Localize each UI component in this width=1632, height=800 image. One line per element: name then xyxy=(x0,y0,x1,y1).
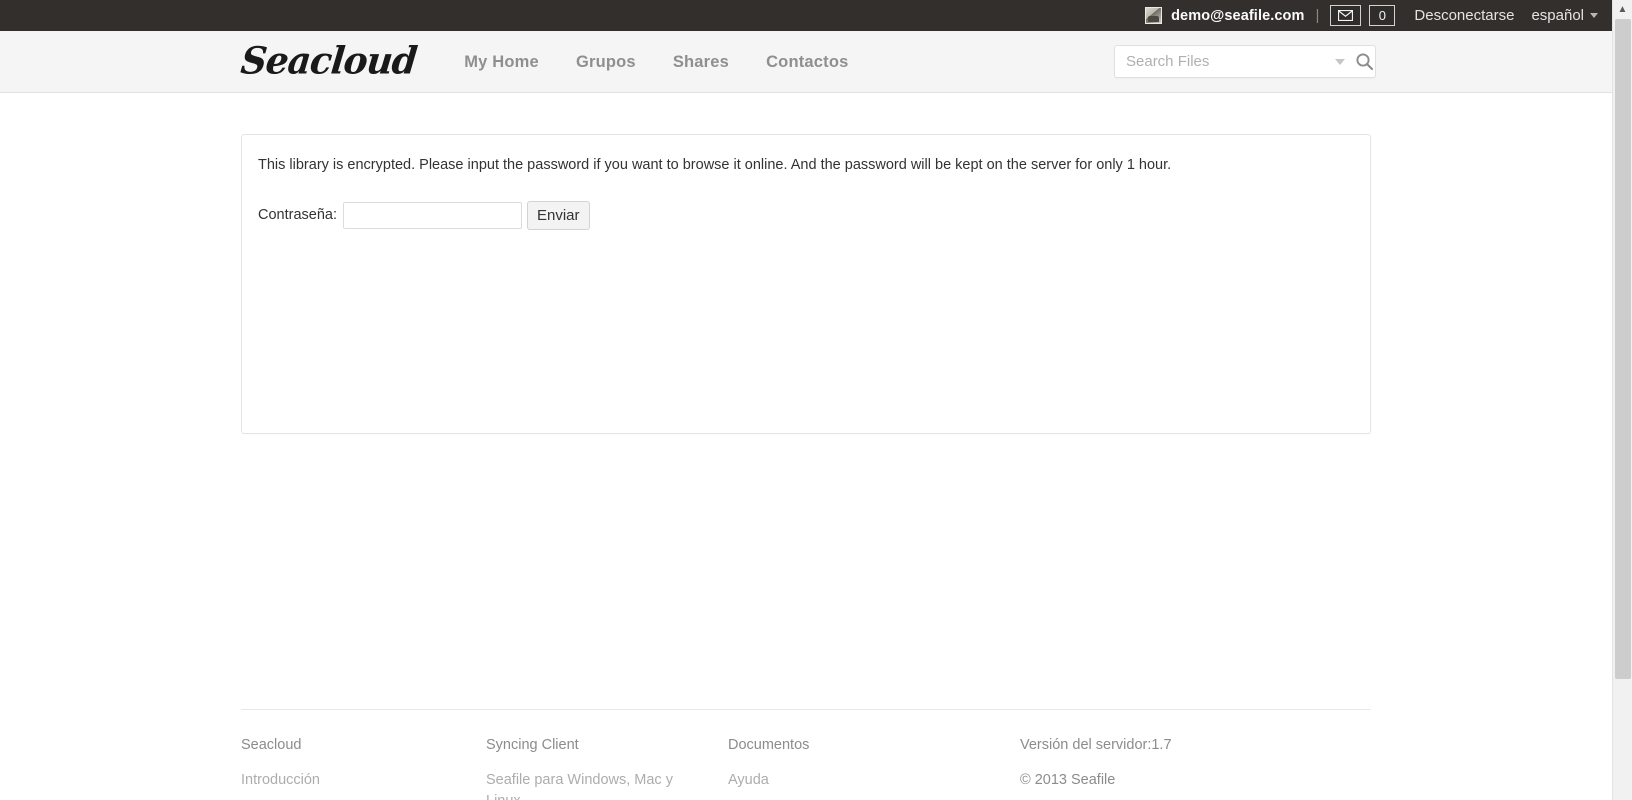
page-scrollbar[interactable]: ▲ xyxy=(1612,0,1632,800)
site-footer: Seacloud Introducción Wiki Syncing Clien… xyxy=(241,709,1371,800)
footer-title: Seacloud xyxy=(241,737,302,753)
nav-item-contactos[interactable]: Contactos xyxy=(766,53,848,72)
site-logo[interactable]: Seacloud xyxy=(239,39,419,83)
submit-button[interactable]: Enviar xyxy=(527,200,590,230)
password-label: Contraseña: xyxy=(258,207,337,224)
footer-link-seafile-clients[interactable]: Seafile para Windows, Mac y Linux xyxy=(486,770,676,800)
footer-link-introduccion[interactable]: Introducción xyxy=(241,770,431,791)
nav-item-shares[interactable]: Shares xyxy=(673,53,729,72)
encryption-notice: This library is encrypted. Please input … xyxy=(258,157,1172,173)
footer-column-documentos: Documentos Ayuda xyxy=(728,737,1020,800)
encrypted-library-panel: This library is encrypted. Please input … xyxy=(241,134,1371,434)
avatar[interactable] xyxy=(1145,7,1163,24)
footer-column-seacloud: Seacloud Introducción Wiki xyxy=(241,737,486,800)
footer-link-ayuda[interactable]: Ayuda xyxy=(728,770,918,791)
nav-item-my-home[interactable]: My Home xyxy=(464,53,539,72)
notification-count-badge[interactable]: 0 xyxy=(1369,5,1396,26)
chevron-down-icon xyxy=(1590,13,1598,18)
topbar-separator: | xyxy=(1315,7,1320,24)
language-label: español xyxy=(1531,7,1584,24)
site-header: Seacloud My Home Grupos Shares Contactos xyxy=(0,31,1612,93)
browser-viewport: demo@seafile.com | 0 Desconectarse españ… xyxy=(0,0,1632,800)
copyright-label: © 2013 Seafile xyxy=(1020,772,1116,789)
user-email-label: demo@seafile.com xyxy=(1171,7,1305,24)
footer-column-syncing-client: Syncing Client Seafile para Windows, Mac… xyxy=(486,737,728,800)
language-selector[interactable]: español xyxy=(1531,7,1598,24)
search-bar xyxy=(1114,45,1376,78)
scrollbar-track[interactable] xyxy=(1613,679,1632,800)
footer-title: Syncing Client xyxy=(486,737,579,753)
logout-link[interactable]: Desconectarse xyxy=(1414,7,1514,24)
main-nav: My Home Grupos Shares Contactos xyxy=(464,53,848,72)
envelope-icon xyxy=(1338,10,1354,21)
password-input[interactable] xyxy=(343,201,522,229)
messages-button[interactable] xyxy=(1330,5,1362,26)
footer-column-server-info: Versión del servidor:1.7 © 2013 Seafile … xyxy=(1020,737,1320,800)
chevron-down-icon[interactable] xyxy=(1335,58,1345,65)
password-form: Contraseña: Enviar xyxy=(258,200,1354,230)
main-content: This library is encrypted. Please input … xyxy=(241,93,1371,434)
scroll-up-arrow-icon[interactable]: ▲ xyxy=(1613,0,1632,19)
search-icon[interactable] xyxy=(1355,52,1374,71)
scrollbar-thumb[interactable] xyxy=(1615,19,1631,679)
page-root: demo@seafile.com | 0 Desconectarse españ… xyxy=(0,0,1612,800)
footer-title: Documentos xyxy=(728,737,810,753)
nav-item-grupos[interactable]: Grupos xyxy=(576,53,636,72)
search-input[interactable] xyxy=(1115,46,1335,77)
top-account-bar: demo@seafile.com | 0 Desconectarse españ… xyxy=(0,0,1612,31)
server-version-label: Versión del servidor:1.7 xyxy=(1020,737,1172,753)
